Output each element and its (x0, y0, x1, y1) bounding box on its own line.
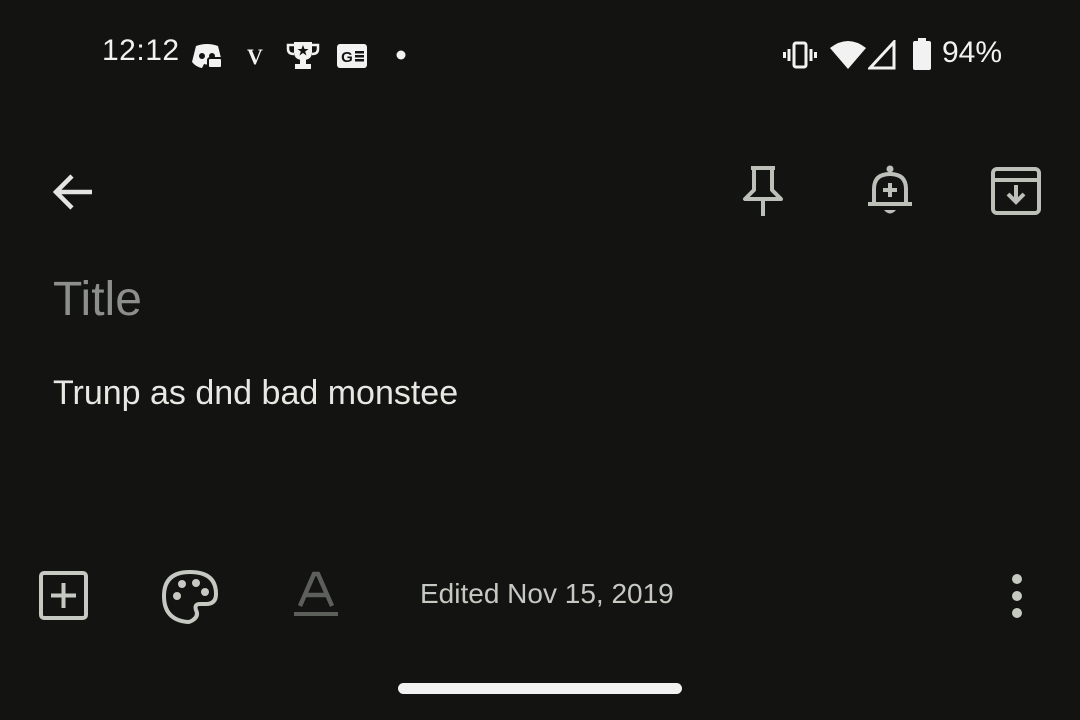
reminder-bell-icon[interactable] (863, 164, 917, 218)
gesture-nav-handle[interactable] (398, 683, 682, 694)
text-format-icon[interactable] (292, 570, 340, 620)
back-arrow-icon[interactable] (50, 168, 98, 216)
discord-icon (192, 44, 223, 69)
dot-icon (396, 50, 406, 60)
svg-text:V: V (247, 44, 263, 68)
status-time: 12:12 (102, 34, 180, 67)
trophy-icon (286, 42, 320, 69)
wifi-icon (830, 41, 866, 69)
note-title-field[interactable]: Title (53, 272, 142, 327)
archive-icon[interactable] (990, 166, 1042, 216)
svg-text:G: G (341, 49, 353, 66)
battery-percent: 94% (942, 36, 1003, 69)
game-icon: G (337, 44, 367, 68)
battery-icon (913, 38, 931, 70)
edited-timestamp: Edited Nov 15, 2019 (420, 578, 674, 609)
pin-icon[interactable] (738, 164, 788, 218)
note-editor-screen: 12:12 V G 94% Title Trunp as dnd bad mon… (0, 0, 1080, 720)
cell-signal-icon (868, 40, 896, 70)
bottom-bar: Edited Nov 15, 2019 (0, 550, 1080, 640)
more-vertical-icon[interactable] (1005, 570, 1029, 622)
add-box-icon[interactable] (38, 570, 90, 622)
vibrate-icon (783, 41, 817, 69)
palette-icon[interactable] (160, 568, 220, 624)
v-app-icon: V (247, 44, 263, 68)
status-bar: 12:12 V G 94% (0, 0, 1080, 110)
note-body-field[interactable]: Trunp as dnd bad monstee (53, 374, 458, 413)
